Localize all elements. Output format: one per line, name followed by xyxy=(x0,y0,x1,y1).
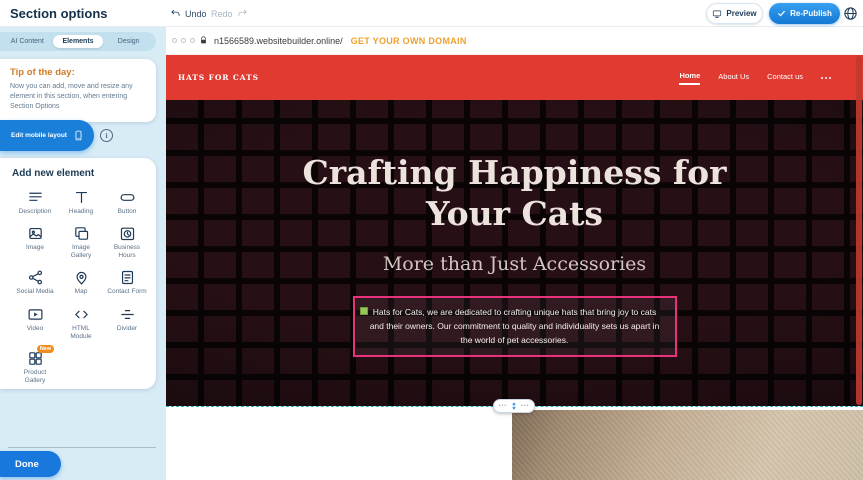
monitor-icon xyxy=(712,9,722,19)
add-element-panel: Add new element Description Heading Butt… xyxy=(0,158,156,389)
element-html-module[interactable]: HTML Module xyxy=(58,306,104,341)
redo-icon xyxy=(237,8,248,19)
hero-heading[interactable]: Crafting Happiness for Your Cats xyxy=(300,152,730,235)
info-icon[interactable]: i xyxy=(100,129,113,142)
new-badge: New xyxy=(37,345,54,353)
done-label: Done xyxy=(15,459,39,470)
republish-button[interactable]: Re-Publish xyxy=(769,3,840,24)
description-icon xyxy=(27,189,44,206)
sidebar-tabs: AI Content Elements Design xyxy=(0,32,156,51)
tab-ai-content[interactable]: AI Content xyxy=(2,35,53,48)
window-dot-icon xyxy=(190,38,195,43)
topbar: Section options Undo Redo Preview Re-Pub… xyxy=(0,0,863,27)
lock-icon xyxy=(199,36,208,45)
tab-design[interactable]: Design xyxy=(103,35,154,48)
url-text[interactable]: n1566589.websitebuilder.online/ xyxy=(214,36,343,46)
next-section-image[interactable] xyxy=(512,410,863,480)
browser-bar: n1566589.websitebuilder.online/ GET YOUR… xyxy=(166,27,863,55)
element-map[interactable]: Map xyxy=(58,269,104,296)
element-heading[interactable]: Heading xyxy=(58,189,104,216)
hero-section: Crafting Happiness for Your Cats More th… xyxy=(166,100,863,406)
image-gallery-icon xyxy=(73,225,90,242)
app: Section options Undo Redo Preview Re-Pub… xyxy=(0,0,863,480)
check-icon xyxy=(777,9,786,18)
resize-arrows-icon xyxy=(510,401,518,411)
undo-icon xyxy=(170,8,181,19)
button-icon xyxy=(119,189,136,206)
element-button[interactable]: Button xyxy=(104,189,150,216)
hero-body-text: Hats for Cats, we are dedicated to craft… xyxy=(367,305,663,348)
redo-button[interactable]: Redo xyxy=(211,0,248,27)
page-title: Section options xyxy=(10,0,108,27)
preview-button[interactable]: Preview xyxy=(706,3,763,24)
element-product-gallery[interactable]: New Product Gallery xyxy=(12,350,58,385)
contact-form-icon xyxy=(119,269,136,286)
element-contact-form[interactable]: Contact Form xyxy=(104,269,150,296)
window-dot-icon xyxy=(181,38,186,43)
site-header: HATS FOR CATS Home About Us Contact us xyxy=(166,55,863,100)
map-icon xyxy=(73,269,90,286)
element-business-hours[interactable]: Business Hours xyxy=(104,225,150,260)
selected-text-element[interactable]: Hats for Cats, we are dedicated to craft… xyxy=(353,296,677,357)
phone-icon xyxy=(73,128,84,143)
tip-heading: Tip of the day: xyxy=(10,67,146,78)
section-resize-handle[interactable]: ••• ••• xyxy=(493,399,535,413)
element-social-media[interactable]: Social Media xyxy=(12,269,58,296)
element-description[interactable]: Description xyxy=(12,189,58,216)
element-video[interactable]: Video xyxy=(12,306,58,341)
undo-button[interactable]: Undo xyxy=(170,0,207,27)
globe-icon[interactable] xyxy=(843,6,858,21)
element-image-gallery[interactable]: Image Gallery xyxy=(58,225,104,260)
tip-of-the-day-card: Tip of the day: Now you can add, move an… xyxy=(0,59,156,122)
social-media-icon xyxy=(27,269,44,286)
hero-subheading[interactable]: More than Just Accessories xyxy=(383,253,646,275)
nav-contact-us[interactable]: Contact us xyxy=(767,72,803,83)
drag-handle-green[interactable] xyxy=(360,307,368,315)
edit-mobile-label: Edit mobile layout xyxy=(11,132,67,139)
sidebar-divider xyxy=(8,447,156,448)
site-nav: Home About Us Contact us xyxy=(679,71,831,85)
grip-dots-icon: ••• xyxy=(499,404,507,409)
site-logo[interactable]: HATS FOR CATS xyxy=(178,73,259,82)
done-button[interactable]: Done xyxy=(0,451,61,477)
element-grid: Description Heading Button Image Image G… xyxy=(12,189,150,385)
nav-home[interactable]: Home xyxy=(679,71,700,85)
site-preview: n1566589.websitebuilder.online/ GET YOUR… xyxy=(166,27,863,480)
edit-mobile-layout-button[interactable]: Edit mobile layout xyxy=(0,120,94,151)
tip-body: Now you can add, move and resize any ele… xyxy=(10,82,146,112)
business-hours-icon xyxy=(119,225,136,242)
heading-icon xyxy=(73,189,90,206)
image-icon xyxy=(27,225,44,242)
nav-about-us[interactable]: About Us xyxy=(718,72,749,83)
divider-icon xyxy=(119,306,136,323)
get-own-domain-link[interactable]: GET YOUR OWN DOMAIN xyxy=(351,36,467,46)
sidebar: AI Content Elements Design Tip of the da… xyxy=(0,27,166,480)
preview-scrollbar[interactable] xyxy=(856,56,862,405)
republish-label: Re-Publish xyxy=(790,9,832,18)
element-image[interactable]: Image xyxy=(12,225,58,260)
window-dot-icon xyxy=(172,38,177,43)
redo-label: Redo xyxy=(211,9,233,19)
preview-label: Preview xyxy=(726,9,756,18)
html-module-icon xyxy=(73,306,90,323)
tab-elements[interactable]: Elements xyxy=(53,35,104,48)
add-element-title: Add new element xyxy=(12,168,150,179)
grip-dots-icon: ••• xyxy=(521,404,529,409)
video-icon xyxy=(27,306,44,323)
element-divider[interactable]: Divider xyxy=(104,306,150,341)
undo-label: Undo xyxy=(185,9,207,19)
nav-more-icon[interactable] xyxy=(821,74,831,82)
